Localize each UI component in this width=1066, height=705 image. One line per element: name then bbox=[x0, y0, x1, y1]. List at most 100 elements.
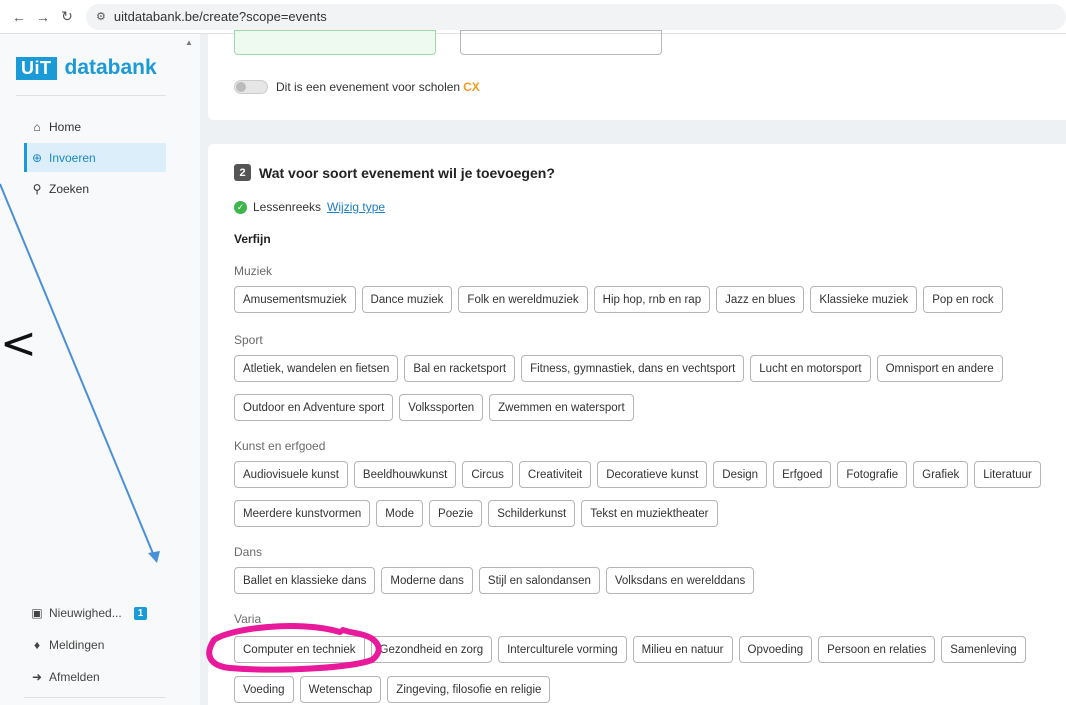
sidebar-item-zoeken[interactable]: ⚲ Zoeken bbox=[24, 174, 166, 203]
toggle-label: Dit is een evenement voor scholen bbox=[276, 80, 461, 94]
sidebar-item-label: Meldingen bbox=[49, 638, 105, 652]
theme-chip[interactable]: Poezie bbox=[429, 500, 483, 527]
theme-chip[interactable]: Zwemmen en watersport bbox=[489, 394, 634, 421]
theme-chip[interactable]: Dance muziek bbox=[361, 286, 453, 313]
sign-out-icon: ➜ bbox=[31, 670, 43, 684]
theme-chip[interactable]: Stijl en salondansen bbox=[478, 567, 600, 594]
theme-chip[interactable]: Atletiek, wandelen en fietsen bbox=[234, 355, 399, 382]
category-label-kunst: Kunst en erfgoed bbox=[234, 439, 326, 453]
gift-icon: ▣ bbox=[31, 606, 43, 620]
theme-chip[interactable]: Fitness, gymnastiek, dans en vechtsport bbox=[521, 355, 745, 382]
category-label-sport: Sport bbox=[234, 333, 263, 347]
theme-chip[interactable]: Ballet en klassieke dans bbox=[234, 567, 376, 594]
sidebar-item-nieuwigheden[interactable]: ▣ Nieuwighed... 1 bbox=[24, 598, 166, 628]
theme-chip[interactable]: Fotografie bbox=[837, 461, 908, 488]
address-bar[interactable]: ⚙ uitdatabank.be/create?scope=events bbox=[86, 3, 1066, 30]
divider bbox=[16, 95, 166, 96]
selected-type: Lessenreeks bbox=[253, 200, 322, 214]
sidebar-item-afmelden[interactable]: ➜ Afmelden bbox=[24, 662, 166, 692]
sidebar-bottom: ▣ Nieuwighed... 1 ♦ Meldingen ➜ Afmelden bbox=[24, 598, 166, 694]
search-icon: ⚲ bbox=[32, 181, 42, 196]
theme-chip[interactable]: Volkssporten bbox=[399, 394, 484, 421]
plus-circle-icon: ⊕ bbox=[31, 150, 43, 165]
section-title: Wat voor soort evenement wil je toevoege… bbox=[259, 164, 555, 181]
theme-chip[interactable]: Tekst en muziektheater bbox=[581, 500, 718, 527]
browser-toolbar: ← → ↻ ⚙ uitdatabank.be/create?scope=even… bbox=[0, 0, 1066, 34]
theme-chip[interactable]: Literatuur bbox=[974, 461, 1041, 488]
notification-badge: 1 bbox=[133, 606, 148, 620]
theme-chip[interactable]: Creativiteit bbox=[518, 461, 592, 488]
chip-row: Meerdere kunstvormen Mode Poezie Schilde… bbox=[234, 500, 724, 527]
selected-type-row: ✓ Lessenreeks Wijzig type bbox=[234, 200, 385, 214]
school-toggle-row: Dit is een evenement voor scholen CX bbox=[234, 80, 480, 94]
chip-row: Atletiek, wandelen en fietsen Bal en rac… bbox=[234, 355, 1009, 382]
theme-chip[interactable]: Audiovisuele kunst bbox=[234, 461, 348, 488]
sidebar: ▲ UiT databank ⌂ Home ⊕ Invoeren ⚲ Zoeke… bbox=[0, 34, 200, 705]
chip-row: Ballet en klassieke dans Moderne dans St… bbox=[234, 567, 760, 594]
theme-chip[interactable]: Persoon en relaties bbox=[818, 636, 936, 663]
check-circle-icon: ✓ bbox=[234, 200, 247, 214]
theme-chip[interactable]: Design bbox=[713, 461, 768, 488]
theme-chip[interactable]: Wetenschap bbox=[299, 676, 382, 703]
theme-chip[interactable]: Circus bbox=[462, 461, 513, 488]
theme-chip[interactable]: Samenleving bbox=[941, 636, 1026, 663]
theme-chip[interactable]: Grafiek bbox=[913, 461, 969, 488]
forward-icon[interactable]: → bbox=[32, 6, 54, 28]
theme-chip[interactable]: Outdoor en Adventure sport bbox=[234, 394, 394, 421]
logo[interactable]: UiT databank bbox=[16, 56, 157, 80]
reload-icon[interactable]: ↻ bbox=[56, 6, 78, 28]
step1-card-bottom: Dit is een evenement voor scholen CX bbox=[208, 30, 1066, 120]
theme-chip[interactable]: Pop en rock bbox=[923, 286, 1003, 313]
theme-chip[interactable]: Milieu en natuur bbox=[632, 636, 733, 663]
chip-row: Computer en techniek Gezondheid en zorg … bbox=[234, 636, 1032, 663]
school-event-toggle[interactable] bbox=[234, 80, 268, 94]
logo-box: UiT bbox=[16, 56, 57, 80]
theme-chip[interactable]: Amusementsmuziek bbox=[234, 286, 356, 313]
theme-chip[interactable]: Klassieke muziek bbox=[810, 286, 918, 313]
selected-option-box[interactable] bbox=[234, 30, 436, 55]
theme-chip[interactable]: Schilderkunst bbox=[488, 500, 576, 527]
logo-text: databank bbox=[64, 56, 157, 79]
sidebar-item-label: Home bbox=[49, 119, 82, 134]
theme-chip[interactable]: Erfgoed bbox=[773, 461, 832, 488]
category-label-dans: Dans bbox=[234, 545, 263, 559]
theme-chip[interactable]: Lucht en motorsport bbox=[750, 355, 871, 382]
divider bbox=[24, 697, 166, 698]
chip-row: Voeding Wetenschap Zingeving, filosofie … bbox=[234, 676, 556, 703]
theme-chip[interactable]: Jazz en blues bbox=[716, 286, 805, 313]
sidebar-item-label: Afmelden bbox=[49, 670, 100, 684]
category-label-muziek: Muziek bbox=[234, 264, 273, 278]
theme-chip[interactable]: Bal en racketsport bbox=[404, 355, 516, 382]
sidebar-item-meldingen[interactable]: ♦ Meldingen bbox=[24, 630, 166, 660]
scroll-up-icon[interactable]: ▲ bbox=[185, 38, 193, 47]
theme-chip[interactable]: Mode bbox=[376, 500, 424, 527]
sidebar-nav: ⌂ Home ⊕ Invoeren ⚲ Zoeken bbox=[24, 112, 166, 205]
theme-chip[interactable]: Voeding bbox=[234, 676, 294, 703]
sidebar-item-label: Zoeken bbox=[49, 181, 90, 196]
theme-chip[interactable]: Computer en techniek bbox=[234, 636, 365, 663]
sidebar-item-home[interactable]: ⌂ Home bbox=[24, 112, 166, 141]
theme-chip[interactable]: Volksdans en werelddans bbox=[605, 567, 755, 594]
chip-row: Outdoor en Adventure sport Volkssporten … bbox=[234, 394, 640, 421]
theme-chip[interactable]: Opvoeding bbox=[738, 636, 813, 663]
site-info-icon[interactable]: ⚙ bbox=[96, 10, 106, 23]
sidebar-item-invoeren[interactable]: ⊕ Invoeren bbox=[24, 143, 166, 172]
theme-chip[interactable]: Meerdere kunstvormen bbox=[234, 500, 371, 527]
category-label-varia: Varia bbox=[234, 612, 262, 626]
theme-chip[interactable]: Decoratieve kunst bbox=[597, 461, 708, 488]
change-type-link[interactable]: Wijzig type bbox=[327, 200, 385, 214]
refine-heading: Verfijn bbox=[234, 232, 271, 246]
theme-chip[interactable]: Folk en wereldmuziek bbox=[458, 286, 588, 313]
back-icon[interactable]: ← bbox=[8, 6, 30, 28]
theme-chip[interactable]: Beeldhouwkunst bbox=[353, 461, 457, 488]
theme-chip[interactable]: Moderne dans bbox=[381, 567, 473, 594]
step2-card: 2 Wat voor soort evenement wil je toevoe… bbox=[208, 144, 1066, 705]
theme-chip[interactable]: Zingeving, filosofie en religie bbox=[387, 676, 551, 703]
option-box[interactable] bbox=[460, 30, 662, 55]
theme-chip[interactable]: Hip hop, rnb en rap bbox=[593, 286, 711, 313]
url-text: uitdatabank.be/create?scope=events bbox=[113, 9, 327, 24]
theme-chip[interactable]: Omnisport en andere bbox=[876, 355, 1003, 382]
theme-chip[interactable]: Gezondheid en zorg bbox=[370, 636, 493, 663]
theme-chip[interactable]: Interculturele vorming bbox=[498, 636, 627, 663]
home-icon: ⌂ bbox=[33, 119, 41, 134]
